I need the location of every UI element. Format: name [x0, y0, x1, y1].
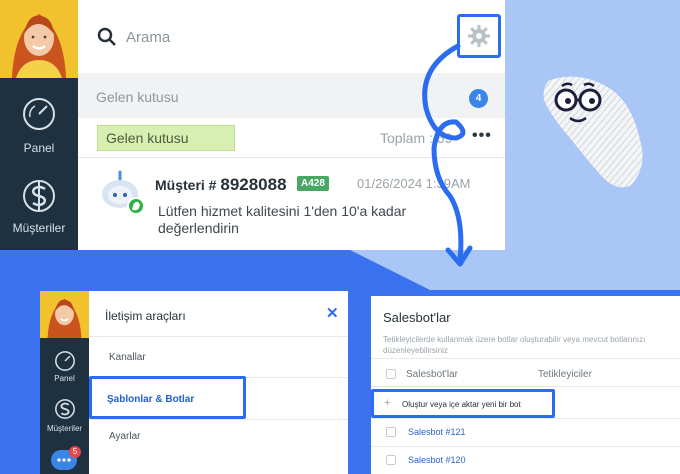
divider: [371, 358, 680, 359]
sidebar-item-panel[interactable]: Panel: [0, 96, 78, 155]
flow-arrow-icon: [422, 43, 473, 267]
divider: [89, 419, 348, 420]
divider: [371, 418, 680, 419]
salesbot-link[interactable]: Salesbot #120: [408, 455, 466, 465]
menu-item-channels[interactable]: Kanallar: [109, 352, 146, 363]
inbox-filter-pill[interactable]: Gelen kutusu: [97, 125, 235, 151]
create-bot-button[interactable]: + Oluştur veya içe aktar yeni bir bot: [371, 389, 555, 418]
message-preview[interactable]: Lütfen hizmet kalitesini 1'den 10'a kada…: [158, 203, 418, 237]
divider: [371, 446, 680, 447]
plus-icon: +: [384, 397, 391, 409]
avatar[interactable]: [0, 0, 78, 78]
divider: [89, 336, 348, 337]
tooth-mascot-illustration: [543, 76, 643, 188]
chat-count-badge: 5: [69, 446, 81, 458]
sidebar-item-customers[interactable]: Müşteriler: [0, 176, 78, 235]
avatar[interactable]: [40, 291, 89, 338]
divider: [371, 386, 680, 387]
create-bot-label: Oluştur veya içe aktar yeni bir bot: [402, 400, 521, 409]
speedometer-icon: [54, 351, 75, 371]
select-all-checkbox[interactable]: [386, 369, 396, 379]
sidebar-item-panel[interactable]: Panel: [40, 350, 89, 383]
inbox-title: Gelen kutusu: [96, 89, 179, 105]
menu-item-templates-bots[interactable]: Şablonlar & Botlar: [89, 376, 246, 419]
search-input[interactable]: Arama: [126, 29, 170, 46]
search-icon: [97, 27, 116, 46]
sidebar-item-label: Müşteriler: [12, 221, 66, 235]
menu-item-label: Şablonlar & Botlar: [107, 394, 195, 405]
bot-avatar-icon: [102, 170, 145, 215]
panel-title: İletişim araçları: [105, 309, 186, 323]
salesbot-link[interactable]: Salesbot #121: [408, 427, 466, 437]
speedometer-icon: [23, 98, 55, 130]
menu-item-settings[interactable]: Ayarlar: [109, 431, 141, 442]
sidebar-item-label: Panel: [54, 374, 75, 383]
panel-description: Tetikleyicilerde kullanmak üzere botlar …: [383, 335, 646, 355]
salesbots-panel: Salesbot'lar Tetikleyicilerde kullanmak …: [371, 296, 680, 474]
dollar-icon: [23, 180, 55, 212]
column-header-triggers[interactable]: Tetikleyiciler: [538, 369, 592, 380]
dollar-icon: [54, 399, 75, 419]
sidebar-item-customers[interactable]: Müşteriler: [40, 396, 89, 433]
sidebar-item-label: Müşteriler: [46, 424, 83, 433]
panel-title: Salesbot'lar: [383, 310, 451, 325]
row-checkbox[interactable]: [386, 427, 396, 437]
sidebar-item-label: Panel: [23, 141, 55, 155]
customer-name[interactable]: Müşteri # 8928088: [155, 175, 287, 195]
close-icon[interactable]: ✕: [326, 304, 339, 322]
column-header-salesbots[interactable]: Salesbot'lar: [406, 369, 458, 380]
row-checkbox[interactable]: [386, 455, 396, 465]
deal-tag: A428: [297, 176, 329, 191]
